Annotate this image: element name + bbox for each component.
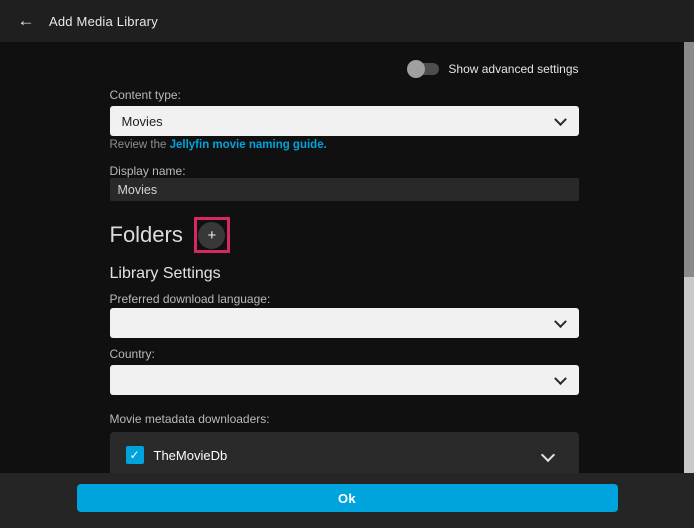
add-media-library-dialog: ← Add Media Library Show advanced settin…	[0, 0, 694, 528]
content-type-value: Movies	[122, 114, 163, 129]
folders-section-header: Folders +	[110, 217, 579, 253]
country-select[interactable]	[110, 365, 579, 395]
metadata-downloader-name: TheMovieDb	[154, 448, 228, 463]
display-name-input[interactable]	[110, 178, 579, 201]
chevron-down-icon	[554, 113, 567, 126]
preferred-language-label: Preferred download language:	[110, 293, 579, 305]
content-type-select[interactable]: Movies	[110, 106, 579, 136]
country-label: Country:	[110, 348, 579, 360]
toggle-knob	[407, 60, 425, 78]
chevron-down-icon	[540, 448, 554, 462]
helper-prefix: Review the	[110, 139, 170, 151]
naming-guide-link[interactable]: Jellyfin movie naming guide	[170, 139, 324, 151]
back-button[interactable]: ←	[13, 8, 39, 34]
metadata-downloaders-label: Movie metadata downloaders:	[110, 413, 579, 425]
scrollbar-thumb[interactable]	[684, 42, 694, 277]
ok-button[interactable]: Ok	[77, 484, 618, 512]
check-icon: ✓	[129, 448, 139, 462]
scrollbar-track[interactable]	[684, 42, 694, 474]
preferred-language-select[interactable]	[110, 308, 579, 338]
show-advanced-settings-toggle[interactable]	[409, 63, 439, 75]
back-arrow-icon: ←	[18, 11, 35, 31]
plus-icon: +	[207, 228, 216, 243]
page-title: Add Media Library	[49, 14, 158, 29]
folders-heading: Folders	[110, 217, 183, 253]
advanced-settings-label: Show advanced settings	[448, 62, 578, 76]
helper-suffix: .	[324, 139, 327, 151]
content-type-label: Content type:	[110, 89, 579, 101]
chevron-down-icon	[554, 315, 567, 328]
dialog-footer: Ok	[0, 473, 694, 528]
app-bar: ← Add Media Library	[0, 0, 694, 42]
dialog-content: Show advanced settings Content type: Mov…	[0, 42, 694, 528]
naming-guide-helper: Review the Jellyfin movie naming guide.	[110, 139, 579, 151]
display-name-label: Display name:	[110, 165, 579, 177]
advanced-settings-row: Show advanced settings	[110, 60, 579, 78]
library-settings-heading: Library Settings	[110, 264, 579, 283]
add-folder-button[interactable]: +	[194, 217, 230, 253]
themoviedb-checkbox[interactable]: ✓	[126, 446, 144, 464]
chevron-down-icon	[554, 372, 567, 385]
